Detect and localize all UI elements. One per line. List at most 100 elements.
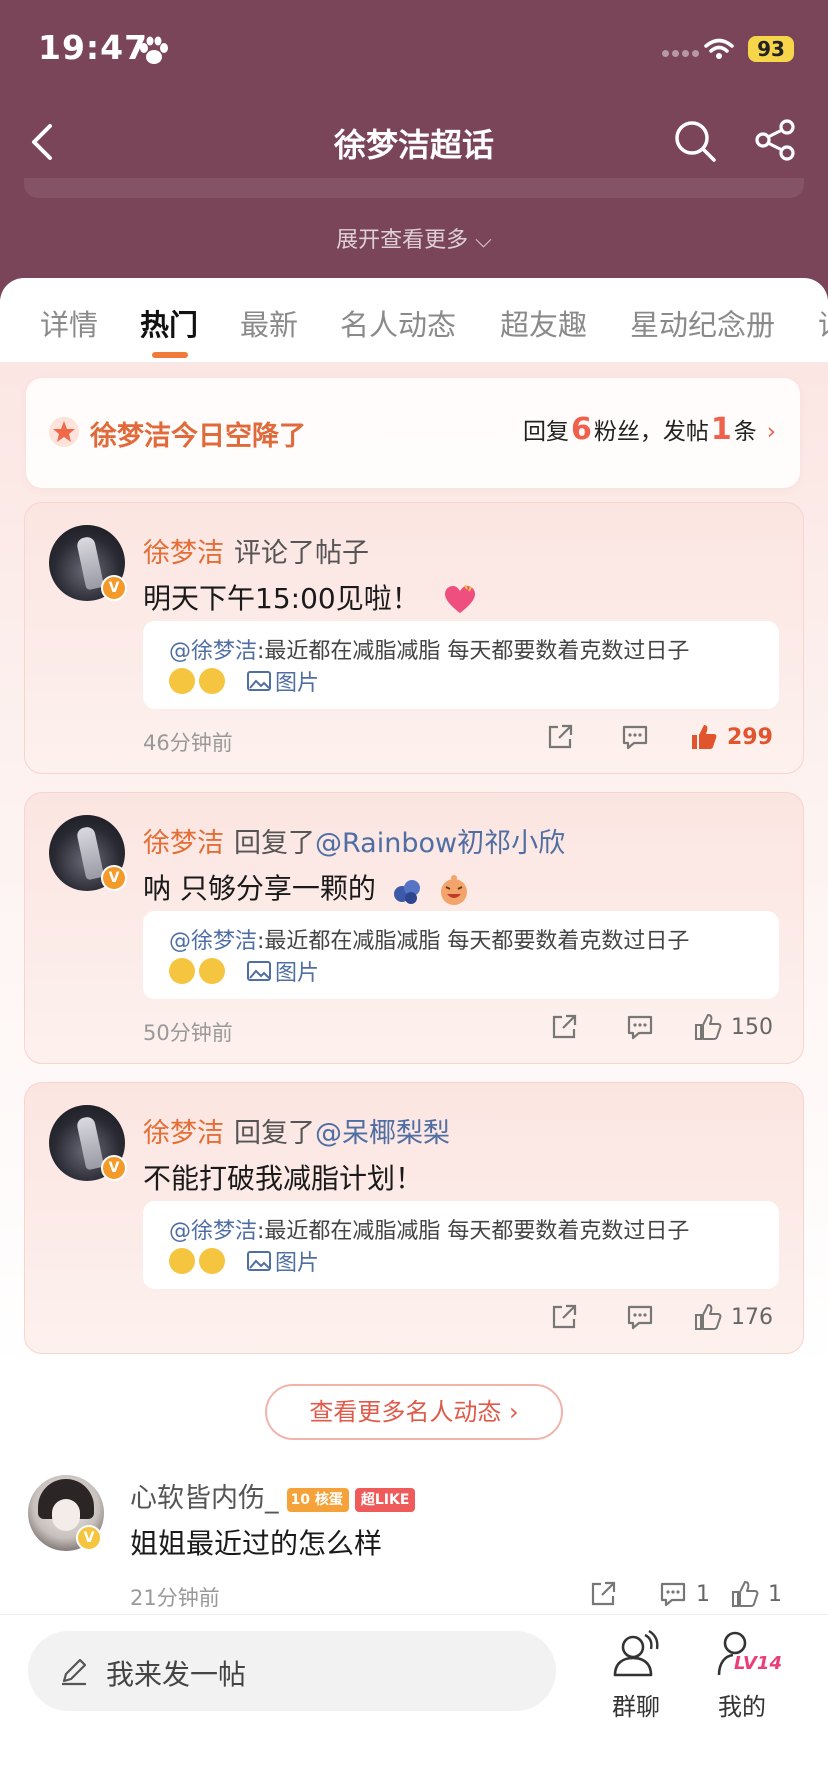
share-button[interactable] bbox=[588, 1578, 618, 1610]
like-count: 150 bbox=[731, 1014, 773, 1040]
comment-button[interactable] bbox=[625, 1011, 655, 1043]
airdrop-banner[interactable]: 徐梦洁今日空降了 回复6粉丝，发帖1条 › bbox=[26, 378, 800, 488]
tab-star-album[interactable]: 星动纪念册 bbox=[630, 302, 775, 344]
quoted-extras: 图片 bbox=[169, 1245, 319, 1277]
expand-more-button[interactable]: 展开查看更多 ⌵ bbox=[0, 222, 828, 254]
verified-badge-icon: V bbox=[101, 1155, 127, 1181]
comment-icon bbox=[627, 1305, 653, 1330]
mention-link[interactable]: @Rainbow初祁小欣 bbox=[315, 828, 565, 859]
crying-emoji-icon bbox=[169, 668, 195, 694]
quoted-author[interactable]: @徐梦洁 bbox=[169, 1219, 257, 1244]
like-button[interactable]: 299 bbox=[689, 721, 773, 753]
quoted-content: :最近都在减脂减脂 每天都要数着克数过日子 bbox=[257, 639, 690, 664]
like-button[interactable]: 1 bbox=[730, 1578, 782, 1610]
quoted-text: @徐梦洁:最近都在减脂减脂 每天都要数着克数过日子 bbox=[169, 923, 689, 955]
activity-header: 徐梦洁 回复了@呆椰梨梨 bbox=[143, 1111, 450, 1150]
quoted-post[interactable]: @徐梦洁:最近都在减脂减脂 每天都要数着克数过日子 图片 bbox=[143, 1201, 779, 1289]
celebrity-activity-card[interactable]: V 徐梦洁 回复了@呆椰梨梨 不能打破我减脂计划！ @徐梦洁:最近都在减脂减脂 每… bbox=[24, 1082, 804, 1354]
comment-icon bbox=[627, 1015, 653, 1040]
share-button[interactable] bbox=[545, 721, 575, 753]
fans-label: 粉丝，发帖 bbox=[593, 419, 709, 445]
group-chat-label: 群聊 bbox=[612, 1693, 660, 1721]
username[interactable]: 心软皆内伤_ bbox=[130, 1483, 279, 1514]
quoted-content: :最近都在减脂减脂 每天都要数着克数过日子 bbox=[257, 1219, 690, 1244]
like-button[interactable]: 150 bbox=[693, 1011, 773, 1043]
quoted-author[interactable]: @徐梦洁 bbox=[169, 639, 257, 664]
collapsed-info-bar bbox=[24, 178, 804, 198]
tab-bar: 详情 热门 最新 名人动态 超友趣 星动纪念册 话 bbox=[0, 278, 828, 362]
comment-button[interactable] bbox=[625, 1301, 655, 1333]
image-icon bbox=[247, 671, 271, 691]
image-link[interactable]: 图片 bbox=[247, 955, 319, 987]
tab-details[interactable]: 详情 bbox=[40, 302, 98, 344]
post-author: 心软皆内伤_ 10 核蛋 超LIKE bbox=[130, 1476, 416, 1515]
tab-celebrity[interactable]: 名人动态 bbox=[340, 302, 456, 344]
fan-level-badge: 10 核蛋 bbox=[286, 1487, 349, 1512]
image-link[interactable]: 图片 bbox=[247, 1245, 319, 1277]
activity-text: 不能打破我减脂计划！ bbox=[143, 1157, 423, 1197]
view-more-celebrity-button[interactable]: 查看更多名人动态 › bbox=[265, 1384, 563, 1440]
post-unit: 条 bbox=[733, 419, 757, 445]
level-badge: LV14 bbox=[734, 1653, 782, 1674]
comment-button[interactable] bbox=[620, 721, 650, 753]
verified-badge-icon: V bbox=[101, 575, 127, 601]
share-out-icon bbox=[548, 724, 573, 749]
group-chat-button[interactable]: 群聊 bbox=[600, 1629, 672, 1729]
tab-active-indicator bbox=[152, 352, 188, 358]
tab-more[interactable]: 话 bbox=[818, 302, 828, 344]
comment-icon bbox=[622, 725, 648, 750]
share-out-icon bbox=[552, 1304, 577, 1329]
action-text: 回复了 bbox=[234, 828, 315, 859]
tab-fans-fun[interactable]: 超友趣 bbox=[500, 302, 587, 344]
profile-button[interactable]: LV14 我的 bbox=[706, 1629, 782, 1729]
activity-text: 明天下午15:00见啦！ bbox=[143, 577, 477, 617]
post-count: 1 bbox=[710, 412, 732, 447]
thumbs-up-filled-icon bbox=[692, 725, 717, 749]
image-link[interactable]: 图片 bbox=[247, 665, 319, 697]
quoted-post[interactable]: @徐梦洁:最近都在减脂减脂 每天都要数着克数过日子 图片 bbox=[143, 621, 779, 709]
quoted-text: @徐梦洁:最近都在减脂减脂 每天都要数着克数过日子 bbox=[169, 1213, 689, 1245]
timestamp: 46分钟前 bbox=[143, 731, 233, 755]
thumbs-up-icon bbox=[695, 1014, 722, 1040]
super-like-badge: 超LIKE bbox=[354, 1487, 416, 1512]
smile-emoji-icon bbox=[199, 668, 225, 694]
quoted-text: @徐梦洁:最近都在减脂减脂 每天都要数着克数过日子 bbox=[169, 633, 689, 665]
image-label: 图片 bbox=[275, 671, 320, 696]
star-icon bbox=[49, 417, 79, 447]
celebrity-activity-card[interactable]: V 徐梦洁 评论了帖子 明天下午15:00见啦！ @徐梦洁:最近都在减脂减脂 每天… bbox=[24, 502, 804, 774]
post-content[interactable]: 姐姐最近过的怎么样 bbox=[130, 1522, 382, 1562]
compose-post-button[interactable]: 我来发一帖 bbox=[28, 1631, 556, 1711]
quoted-author[interactable]: @徐梦洁 bbox=[169, 929, 257, 954]
signal-icon bbox=[662, 50, 702, 58]
share-icon[interactable] bbox=[754, 118, 798, 162]
quoted-post[interactable]: @徐梦洁:最近都在减脂减脂 每天都要数着克数过日子 图片 bbox=[143, 911, 779, 999]
search-icon[interactable] bbox=[672, 118, 718, 164]
username[interactable]: 徐梦洁 bbox=[143, 538, 224, 569]
activity-text: 呐 只够分享一颗的 bbox=[143, 867, 470, 907]
quoted-extras: 图片 bbox=[169, 955, 319, 987]
reply-label: 回复 bbox=[523, 419, 570, 445]
thumbs-up-icon bbox=[695, 1304, 722, 1330]
thumbs-up-icon bbox=[732, 1581, 759, 1607]
airdrop-stats: 回复6粉丝，发帖1条 › bbox=[523, 412, 776, 447]
status-time: 19:47 bbox=[38, 28, 149, 67]
smile-emoji-icon bbox=[199, 958, 225, 984]
activity-header: 徐梦洁 回复了@Rainbow初祁小欣 bbox=[143, 821, 565, 860]
tab-latest[interactable]: 最新 bbox=[240, 302, 298, 344]
username[interactable]: 徐梦洁 bbox=[143, 1118, 224, 1149]
share-button[interactable] bbox=[549, 1011, 579, 1043]
tab-hot[interactable]: 热门 bbox=[140, 302, 198, 344]
share-out-icon bbox=[591, 1581, 616, 1606]
mention-link[interactable]: @呆椰梨梨 bbox=[315, 1118, 450, 1149]
share-button[interactable] bbox=[549, 1301, 579, 1333]
image-icon bbox=[247, 961, 271, 981]
comment-button[interactable]: 1 bbox=[658, 1578, 710, 1610]
username[interactable]: 徐梦洁 bbox=[143, 828, 224, 859]
laughing-emoji-icon bbox=[440, 875, 467, 905]
like-count: 176 bbox=[731, 1304, 773, 1330]
quoted-content: :最近都在减脂减脂 每天都要数着克数过日子 bbox=[257, 929, 690, 954]
like-button[interactable]: 176 bbox=[693, 1301, 773, 1333]
celebrity-activity-card[interactable]: V 徐梦洁 回复了@Rainbow初祁小欣 呐 只够分享一颗的 @徐梦洁:最近都在… bbox=[24, 792, 804, 1064]
profile-label: 我的 bbox=[718, 1693, 766, 1721]
timestamp: 21分钟前 bbox=[130, 1586, 220, 1610]
